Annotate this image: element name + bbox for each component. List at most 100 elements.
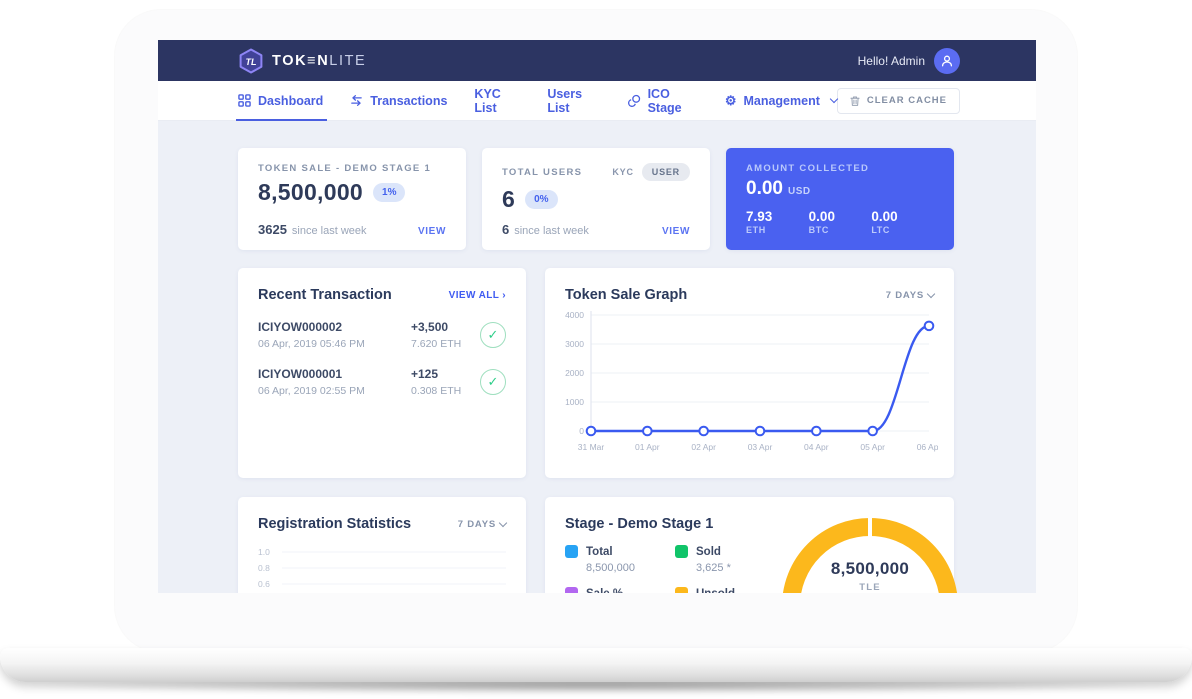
breakdown-value: 7.93	[746, 209, 809, 224]
greeting-text: Hello! Admin	[858, 54, 925, 68]
kpi-row: TOKEN SALE - DEMO STAGE 1 8,500,000 1% 3…	[238, 148, 956, 250]
chevron-down-icon	[927, 289, 935, 297]
breakdown-label: BTC	[809, 225, 872, 235]
gauge-value: 8,500,000	[790, 559, 950, 579]
transaction-amount: +3,500	[411, 320, 461, 334]
kpi-value: 8,500,000	[258, 179, 363, 206]
transaction-date: 06 Apr, 2019 02:55 PM	[258, 385, 411, 397]
confirmed-check-icon: ✓	[480, 369, 506, 395]
legend-swatch	[565, 545, 578, 558]
breakdown-value: 0.00	[871, 209, 934, 224]
percent-badge: 1%	[373, 183, 405, 202]
kpi-card-amount-collected: AMOUNT COLLECTED 0.00 USD 7.93 ETH 0.00 …	[726, 148, 954, 250]
svg-text:31 Mar: 31 Mar	[578, 442, 605, 452]
tab-transactions[interactable]: Transactions	[350, 81, 447, 121]
token-sale-graph-card: Token Sale Graph 7 DAYS 0100020003000400…	[545, 268, 954, 478]
svg-text:0: 0	[579, 426, 584, 436]
amount-currency: USD	[788, 186, 811, 197]
tab-label: Dashboard	[258, 94, 323, 108]
legend-item-sold: Sold 3,625 *	[675, 545, 760, 574]
tab-users-list[interactable]: Users List	[547, 81, 600, 121]
registration-statistics-chart: 1.0 0.8 0.6	[258, 544, 506, 593]
chevron-down-icon	[830, 95, 838, 103]
percent-badge: 0%	[525, 190, 557, 209]
view-all-link[interactable]: VIEW ALL ›	[449, 290, 506, 301]
svg-text:04 Apr: 04 Apr	[804, 442, 829, 452]
stage-summary-card: Stage - Demo Stage 1 Total 8,500,000 Sol…	[545, 497, 954, 593]
svg-text:1.0: 1.0	[258, 547, 270, 557]
legend-swatch	[675, 545, 688, 558]
toggle-user[interactable]: USER	[642, 163, 690, 181]
transaction-crypto: 0.308 ETH	[411, 385, 461, 397]
kpi-title: TOKEN SALE - DEMO STAGE 1	[258, 163, 446, 174]
person-icon	[940, 54, 954, 68]
chevron-down-icon	[499, 518, 507, 526]
period-dropdown[interactable]: 7 DAYS	[886, 290, 934, 301]
kpi-title: TOTAL USERS	[502, 167, 582, 178]
svg-text:0.8: 0.8	[258, 563, 270, 573]
svg-text:3000: 3000	[565, 339, 584, 349]
breakdown-btc: 0.00 BTC	[809, 209, 872, 235]
tab-label: KYC List	[474, 87, 520, 115]
transaction-row[interactable]: ICIYOW000002 06 Apr, 2019 05:46 PM +3,50…	[238, 320, 526, 350]
toggle-kyc[interactable]: KYC	[612, 167, 633, 177]
middle-row: Recent Transaction VIEW ALL › ICIYOW0000…	[238, 268, 956, 478]
trash-icon	[850, 95, 860, 107]
svg-text:2000: 2000	[565, 368, 584, 378]
tab-label: Users List	[547, 87, 600, 115]
panel-title: Stage - Demo Stage 1	[565, 516, 713, 532]
legend-item-total: Total 8,500,000	[565, 545, 655, 574]
breakdown-eth: 7.93 ETH	[746, 209, 809, 235]
user-avatar[interactable]	[934, 48, 960, 74]
legend-swatch	[675, 587, 688, 593]
svg-text:4000: 4000	[565, 310, 584, 320]
device-mockup: TL TOK≡NLITE Hello! Admin	[0, 0, 1192, 699]
breakdown-value: 0.00	[809, 209, 872, 224]
view-link[interactable]: VIEW	[662, 226, 690, 237]
kyc-user-toggle: KYC USER	[612, 163, 690, 181]
view-link[interactable]: VIEW	[418, 226, 446, 237]
panel-title: Token Sale Graph	[565, 287, 687, 303]
breakdown-ltc: 0.00 LTC	[871, 209, 934, 235]
brand-text-bold: TOK≡N	[272, 53, 329, 69]
grid-icon	[238, 94, 251, 107]
swap-arrows-icon	[350, 94, 363, 107]
svg-text:05 Apr: 05 Apr	[860, 442, 885, 452]
tab-label: Transactions	[370, 94, 447, 108]
brand-logo[interactable]: TL TOK≡NLITE	[238, 48, 366, 74]
tab-dashboard[interactable]: Dashboard	[238, 81, 323, 121]
svg-text:06 Apr: 06 Apr	[917, 442, 938, 452]
transaction-crypto: 7.620 ETH	[411, 338, 461, 350]
gauge-unit: TLE	[790, 582, 950, 593]
tab-ico-stage[interactable]: ICO Stage	[628, 81, 698, 121]
legend-value: 8,500,000	[586, 562, 655, 574]
tab-kyc-list[interactable]: KYC List	[474, 81, 520, 121]
stage-legend: Total 8,500,000 Sold 3,625 * Sale % Unso…	[545, 532, 760, 593]
legend-swatch	[565, 587, 578, 593]
kpi-card-total-users: TOTAL USERS KYC USER 6 0% 6 since last w…	[482, 148, 710, 250]
bottom-row: Registration Statistics 7 DAYS 1.00.80.6…	[238, 497, 956, 593]
transaction-row[interactable]: ICIYOW000001 06 Apr, 2019 02:55 PM +125 …	[238, 367, 526, 397]
top-navbar: TL TOK≡NLITE Hello! Admin	[158, 40, 1036, 81]
laptop-base	[0, 648, 1192, 682]
period-dropdown[interactable]: 7 DAYS	[458, 519, 506, 530]
token-sale-line-chart: 0100020003000400031 Mar01 Apr02 Apr03 Ap…	[561, 307, 938, 457]
tab-label: Management	[743, 94, 819, 108]
currency-breakdown: 7.93 ETH 0.00 BTC 0.00 LTC	[746, 209, 934, 235]
legend-item-sale-percent: Sale %	[565, 587, 655, 593]
kpi-card-token-sale: TOKEN SALE - DEMO STAGE 1 8,500,000 1% 3…	[238, 148, 466, 250]
recent-transactions-card: Recent Transaction VIEW ALL › ICIYOW0000…	[238, 268, 526, 478]
breakdown-label: LTC	[871, 225, 934, 235]
tab-management[interactable]: ⚙ Management	[725, 81, 837, 121]
transaction-id: ICIYOW000002	[258, 320, 411, 334]
gear-icon: ⚙	[725, 94, 737, 107]
menu-items: Dashboard Transactions KYC List Users	[238, 81, 837, 121]
brand-text-light: LITE	[329, 53, 366, 69]
svg-text:0.6: 0.6	[258, 579, 270, 589]
arrow-right-icon: ›	[502, 290, 506, 301]
kpi-title: AMOUNT COLLECTED	[746, 163, 934, 174]
svg-text:02 Apr: 02 Apr	[691, 442, 716, 452]
clear-cache-button[interactable]: CLEAR CACHE	[837, 88, 960, 114]
legend-value: 3,625 *	[696, 562, 760, 574]
kpi-value: 6	[502, 186, 515, 213]
